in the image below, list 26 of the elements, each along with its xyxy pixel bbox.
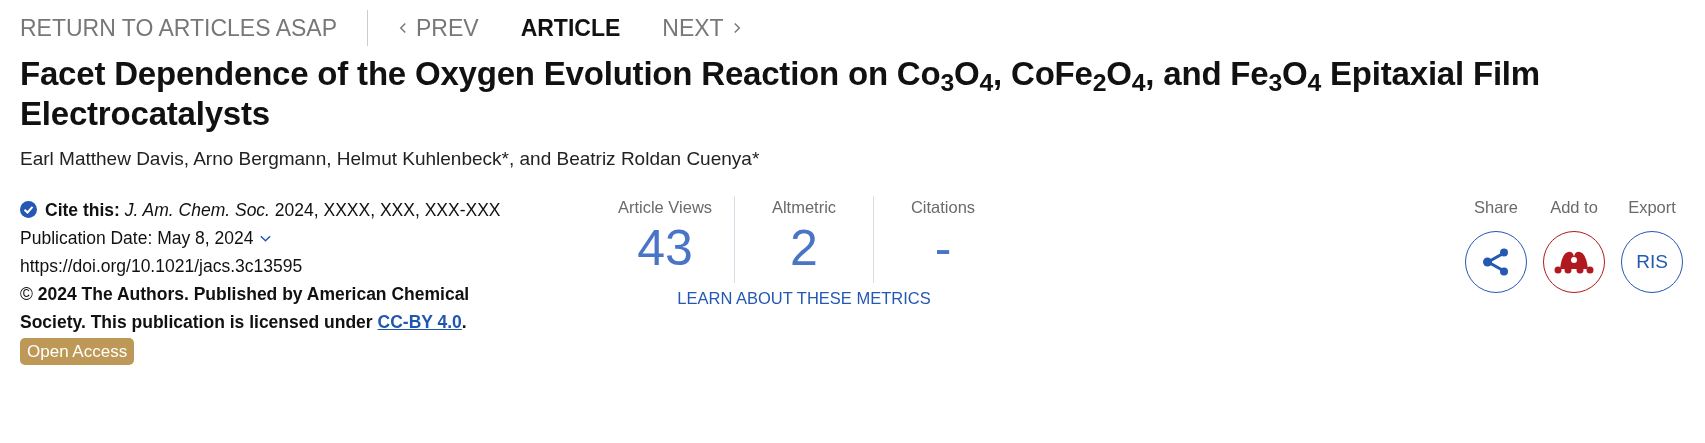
share-icon bbox=[1481, 247, 1511, 277]
action-label: Share bbox=[1474, 198, 1518, 217]
publication-date: Publication Date: May 8, 2024 bbox=[20, 227, 254, 250]
action-label: Add to bbox=[1550, 198, 1598, 217]
export-button[interactable]: RIS bbox=[1621, 231, 1683, 293]
nav-tab[interactable]: PREV bbox=[398, 14, 479, 42]
metric-value: 43 bbox=[637, 219, 693, 278]
doi-text: https://doi.org/10.1021/jacs.3c13595 bbox=[20, 255, 304, 278]
nav-tab[interactable]: NEXT bbox=[662, 14, 742, 42]
nav-tab[interactable]: ARTICLE bbox=[520, 14, 621, 42]
action-label: Export bbox=[1628, 198, 1676, 217]
metric-value: - bbox=[934, 219, 952, 278]
metrics-link[interactable]: LEARN ABOUT THESE METRICS bbox=[677, 289, 931, 308]
chevron-left-icon bbox=[398, 21, 408, 35]
article-title: Facet Dependence of the Oxygen Evolution Reaction on Co$_{3}$O$_{4}$, CoFe$_{2}$O$_{4}$, and Fe$_{3}$O$_{4}$ Epitaxial Film Electrocatalysts bbox=[20, 54, 1541, 134]
metric-label: Article Views bbox=[617, 198, 713, 217]
license-link[interactable]: CC-BY 4.0 bbox=[377, 312, 462, 332]
metric-value: 2 bbox=[790, 219, 818, 278]
license-text: © 2024 The Authors. Published by American Chemical Society. This publication is licensed under CC-BY 4.0. bbox=[20, 283, 471, 334]
metric-label: Citations bbox=[910, 198, 976, 217]
metric-label: Altmetric bbox=[771, 198, 837, 217]
return-link[interactable]: RETURN TO ARTICLES ASAP bbox=[20, 10, 368, 46]
author-list: Earl Matthew Davis, Arno Bergmann, Helmut Kuhlenbeck*, and Beatriz Roldan Cuenya* bbox=[20, 148, 1685, 170]
check-circle-icon bbox=[20, 201, 37, 218]
citation-text: Cite this: J. Am. Chem. Soc. 2024, XXXX, XXX, XXX-XXX bbox=[45, 199, 501, 222]
open-access-badge: Open Access bbox=[20, 338, 135, 365]
